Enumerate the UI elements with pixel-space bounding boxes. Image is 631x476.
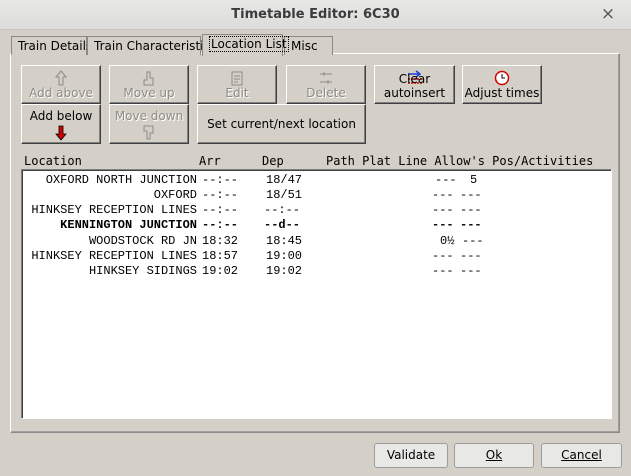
row-pos: --- (460, 203, 482, 217)
column-header-rest: Path Plat Line Allow's Pos/Activities (326, 154, 594, 168)
row-allow: --- (432, 264, 454, 278)
button-label: Cancel (561, 448, 602, 462)
set-current-location-button[interactable]: Set current/next location (197, 104, 366, 144)
row-dep: 18/47 (266, 173, 303, 187)
list-item[interactable]: HINKSEY SIDINGS 19:02 19:02 --- --- (22, 264, 611, 279)
tab-label: Misc (291, 39, 318, 53)
button-label: Ok (485, 448, 503, 462)
clear-autoinsert-button[interactable]: Clear autoinsert (374, 65, 455, 104)
move-down-button[interactable]: Move down (109, 104, 189, 144)
button-label: Move up (123, 86, 175, 100)
button-label: Delete (306, 86, 346, 100)
tab-train-characteristics[interactable]: Train Characteristics (87, 36, 216, 55)
add-above-button[interactable]: Add above (21, 65, 101, 104)
row-dep: --:-- (264, 203, 301, 217)
row-allow: --- (432, 249, 454, 263)
row-dep: 18:45 (266, 234, 303, 248)
hand-down-icon (110, 125, 188, 143)
cancel-button[interactable]: Cancel (541, 443, 622, 468)
close-icon[interactable]: × (598, 5, 618, 25)
row-arr: 18:57 (202, 249, 239, 263)
row-location: HINKSEY RECEPTION LINES (31, 249, 197, 263)
row-arr: 18:32 (202, 234, 239, 248)
row-location: HINKSEY SIDINGS (88, 264, 197, 278)
column-header-dep: Dep (262, 154, 284, 168)
button-label: Set current/next location (207, 117, 356, 131)
list-item[interactable]: OXFORD --:-- 18/51 --- --- (22, 188, 611, 203)
row-dep: 18/51 (266, 188, 303, 202)
row-allow: --- (432, 188, 454, 202)
list-item[interactable]: WOODSTOCK RD JN 18:32 18:45 0½ --- (22, 234, 611, 249)
ok-button[interactable]: Ok (454, 443, 534, 468)
row-pos: --- (460, 249, 482, 263)
edit-button[interactable]: Edit (197, 65, 277, 104)
row-allow: --- (432, 218, 454, 232)
tab-label: Train Characteristics (94, 39, 217, 53)
delete-button[interactable]: Delete (286, 65, 366, 104)
row-arr: --:-- (202, 203, 239, 217)
arrow-down-icon (22, 125, 100, 143)
button-label: Add above (29, 86, 93, 100)
button-label: Move down (114, 109, 184, 123)
tab-label: Train Details (18, 39, 93, 53)
column-header-location: Location (24, 154, 82, 168)
button-label: Edit (225, 86, 249, 100)
row-pos: --- (460, 188, 482, 202)
row-location: WOODSTOCK RD JN (88, 234, 197, 248)
button-label: Add below (29, 109, 93, 123)
row-allow: --- (435, 173, 457, 187)
row-pos: --- (462, 234, 484, 248)
title-bar: Timetable Editor: 6C30 × (0, 0, 631, 30)
button-label: Adjust times (464, 86, 540, 100)
row-allow: 0½ (440, 234, 455, 248)
location-list[interactable]: OXFORD NORTH JUNCTION --:-- 18/47 --- 5 … (21, 169, 612, 419)
tab-train-details[interactable]: Train Details (11, 36, 92, 55)
list-item[interactable]: HINKSEY RECEPTION LINES --:-- --:-- --- … (22, 203, 611, 218)
column-header-arr: Arr (199, 154, 221, 168)
row-arr: --:-- (202, 188, 239, 202)
row-location: HINKSEY RECEPTION LINES (31, 203, 197, 217)
row-location: OXFORD (153, 188, 197, 202)
row-dep: --d-- (264, 218, 301, 232)
row-pos: 5 (470, 173, 478, 187)
row-allow: --- (432, 203, 454, 217)
row-dep: 19:00 (266, 249, 303, 263)
row-arr: 19:02 (202, 264, 239, 278)
list-item[interactable]: OXFORD NORTH JUNCTION --:-- 18/47 --- 5 (22, 173, 611, 188)
row-arr: --:-- (202, 173, 239, 187)
list-item[interactable]: KENNINGTON JUNCTION --:-- --d-- --- --- (22, 218, 611, 233)
validate-button[interactable]: Validate (374, 443, 448, 468)
row-dep: 19:02 (266, 264, 303, 278)
row-pos: --- (460, 264, 482, 278)
tab-misc[interactable]: Misc (284, 36, 333, 55)
button-label: Clear autoinsert (383, 72, 446, 100)
list-item[interactable]: HINKSEY RECEPTION LINES 18:57 19:00 --- … (22, 249, 611, 264)
row-arr: --:-- (202, 218, 239, 232)
add-below-button[interactable]: Add below (21, 104, 101, 144)
tab-label: Location List (209, 36, 289, 52)
row-pos: --- (460, 218, 482, 232)
tab-location-list[interactable]: Location List (202, 34, 289, 56)
move-up-button[interactable]: Move up (109, 65, 189, 104)
row-location: KENNINGTON JUNCTION (60, 218, 197, 232)
window-title: Timetable Editor: 6C30 (231, 7, 400, 22)
row-location: OXFORD NORTH JUNCTION (45, 173, 197, 187)
adjust-times-button[interactable]: Adjust times (462, 65, 542, 104)
